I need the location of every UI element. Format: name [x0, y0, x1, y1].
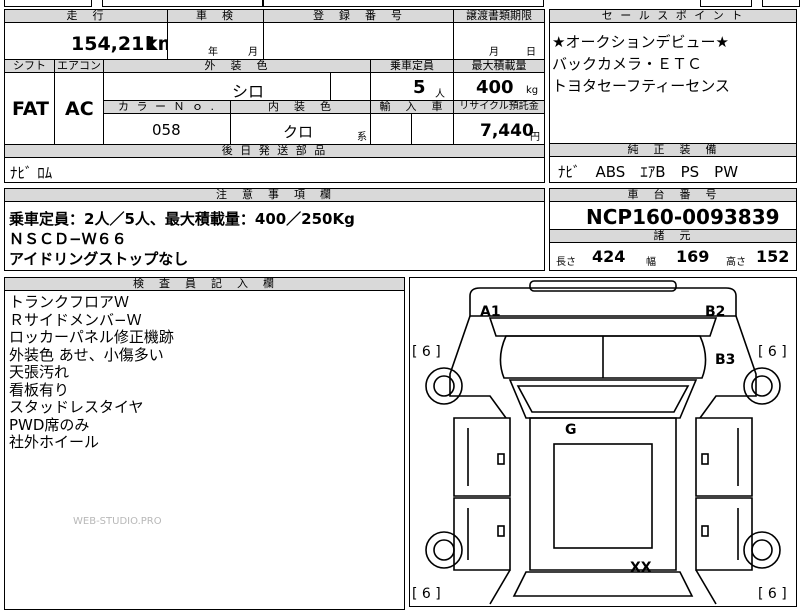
- transfer-cell: 月 日: [453, 22, 545, 60]
- car-diagram: A1 B2 B3 G XX [ 6 ] [ 6 ] [ 6 ] [ 6 ]: [409, 277, 797, 607]
- transfer-header: 譲渡書類期限: [453, 9, 545, 23]
- capacity-header: 乗車定員: [370, 59, 454, 73]
- inspector-note-3: ロッカーパネル修正機跡: [9, 328, 174, 346]
- later-parts-header: 後 日 発 送 部 品: [4, 144, 545, 158]
- exterior-color-value: シロ: [232, 82, 265, 101]
- inspector-notes-header: 検 査 員 記 入 欄: [4, 277, 405, 291]
- height-value: 152: [756, 247, 790, 266]
- chassis-no-value: NCP160-0093839: [586, 205, 780, 229]
- import-header: 輸 入 車: [370, 100, 454, 114]
- sales-point-2: バックカメラ・ＥＴＣ: [552, 55, 703, 73]
- genuine-equipment-header: 純 正 装 備: [549, 143, 797, 157]
- inspector-note-7: スタッドレスタイヤ: [9, 398, 144, 416]
- exterior-color-header: 外 装 色: [103, 59, 371, 73]
- later-parts-value: ﾅﾋﾞ ﾛﾑ: [10, 164, 53, 182]
- specs-header: 諸 元: [549, 229, 797, 243]
- genuine-equipment-value: ﾅﾋﾞ ABS ｴｱB PS PW: [558, 163, 739, 181]
- inspector-note-6: 看板有り: [9, 380, 70, 399]
- max-load-cell: 400 kg: [453, 72, 545, 101]
- exterior-color-extra: [330, 72, 371, 101]
- inspection-cell: 年 月: [167, 22, 264, 60]
- inspection-month: 月: [248, 47, 258, 58]
- recycle-value: 7,440: [480, 121, 534, 141]
- registration-header: 登 録 番 号: [263, 9, 454, 23]
- interior-color-suffix: 系: [357, 132, 367, 143]
- shift-header: シフト: [4, 59, 55, 73]
- car-diagram-svg: A1 B2 B3 G XX [ 6 ] [ 6 ] [ 6 ] [ 6 ]: [412, 280, 787, 605]
- inspection-header: 車 検: [167, 9, 264, 23]
- notes-cell: 乗車定員：2人／5人、最大積載量：400／250Kg ＮＳＣＤ−Ｗ６６ アイドリ…: [4, 201, 545, 271]
- max-load-unit: kg: [526, 85, 539, 96]
- damage-mark-g: G: [565, 422, 577, 438]
- width-label: 幅: [646, 257, 656, 268]
- height-label: 高さ: [726, 257, 746, 268]
- inspector-note-1: トランクフロアＷ: [9, 293, 130, 311]
- interior-color-header: 内 装 色: [230, 100, 371, 114]
- shift-value: FAT: [12, 98, 49, 120]
- inspection-year: 年: [208, 47, 218, 58]
- color-no-cell: 058: [103, 113, 231, 145]
- later-parts-cell: ﾅﾋﾞ ﾛﾑ: [4, 157, 545, 183]
- damage-mark-xx: XX: [630, 560, 652, 576]
- inspector-notes-cell: トランクフロアＷ Ｒサイドメンバ−Ｗ ロッカーパネル修正機跡 外装色 あせ、小傷…: [4, 290, 405, 610]
- width-value: 169: [676, 247, 710, 266]
- import-cell-a: [370, 113, 412, 145]
- recycle-unit: 円: [530, 132, 540, 143]
- registration-cell: [263, 22, 454, 60]
- inspector-note-8: PWD席のみ: [9, 415, 90, 434]
- shift-cell: FAT: [4, 72, 55, 145]
- capacity-cell: 5 人: [370, 72, 454, 101]
- damage-mark-b2: B2: [705, 304, 725, 320]
- tire-depth-front-right: [ 6 ]: [758, 344, 787, 360]
- capacity-unit: 人: [435, 89, 445, 100]
- sales-points-cell: ★オークションデビュー★ バックカメラ・ＥＴＣ トヨタセーフティーセンス: [549, 22, 797, 144]
- aircon-cell: AC: [54, 72, 104, 145]
- damage-mark-a1: A1: [480, 304, 501, 320]
- inspector-note-4: 外装色 あせ、小傷多い: [9, 345, 164, 364]
- sales-point-1: ★オークションデビュー★: [552, 33, 729, 51]
- length-value: 424: [592, 247, 626, 266]
- note-1: 乗車定員：2人／5人、最大積載量：400／250Kg: [9, 210, 355, 228]
- max-load-value: 400: [476, 77, 514, 98]
- color-no-header: カ ラ ー Ｎ ｏ .: [103, 100, 231, 114]
- damage-mark-b3: B3: [715, 352, 735, 368]
- genuine-equipment-cell: ﾅﾋﾞ ABS ｴｱB PS PW: [549, 156, 797, 183]
- specs-cell: 長さ 424 幅 169 高さ 152: [549, 242, 797, 271]
- mileage-header: 走 行: [4, 9, 168, 23]
- transfer-day: 日: [526, 47, 536, 58]
- mileage-cell: 154,211 km: [4, 22, 177, 60]
- aircon-header: エアコン: [54, 59, 104, 73]
- note-2: ＮＳＣＤ−Ｗ６６: [9, 230, 127, 248]
- note-3: アイドリングストップなし: [9, 250, 189, 268]
- recycle-cell: 7,440 円: [453, 113, 545, 145]
- sales-points-header: セ ー ル ス ポ イ ン ト: [549, 9, 797, 23]
- exterior-color-cell: シロ: [103, 72, 331, 101]
- top-crop-strip: [0, 0, 800, 8]
- inspector-note-5: 天張汚れ: [9, 363, 70, 381]
- inspector-note-9: 社外ホイール: [9, 433, 100, 451]
- chassis-no-cell: NCP160-0093839: [549, 201, 797, 230]
- color-no-value: 058: [152, 121, 181, 139]
- notes-header: 注 意 事 項 欄: [4, 188, 545, 202]
- sales-point-3: トヨタセーフティーセンス: [552, 77, 730, 95]
- watermark: WEB-STUDIO.PRO: [73, 516, 162, 527]
- recycle-header: リサイクル預託金: [453, 100, 545, 114]
- transfer-month: 月: [489, 47, 499, 58]
- capacity-value: 5: [413, 77, 426, 98]
- chassis-no-header: 車 台 番 号: [549, 188, 797, 202]
- tire-depth-front-left: [ 6 ]: [412, 344, 441, 360]
- inspector-note-2: Ｒサイドメンバ−Ｗ: [9, 310, 142, 329]
- aircon-value: AC: [65, 98, 94, 120]
- interior-color-cell: クロ 系: [230, 113, 371, 145]
- length-label: 長さ: [556, 257, 576, 268]
- interior-color-value: クロ: [283, 123, 314, 141]
- max-load-header: 最大積載量: [453, 59, 545, 73]
- import-cell-b: [411, 113, 454, 145]
